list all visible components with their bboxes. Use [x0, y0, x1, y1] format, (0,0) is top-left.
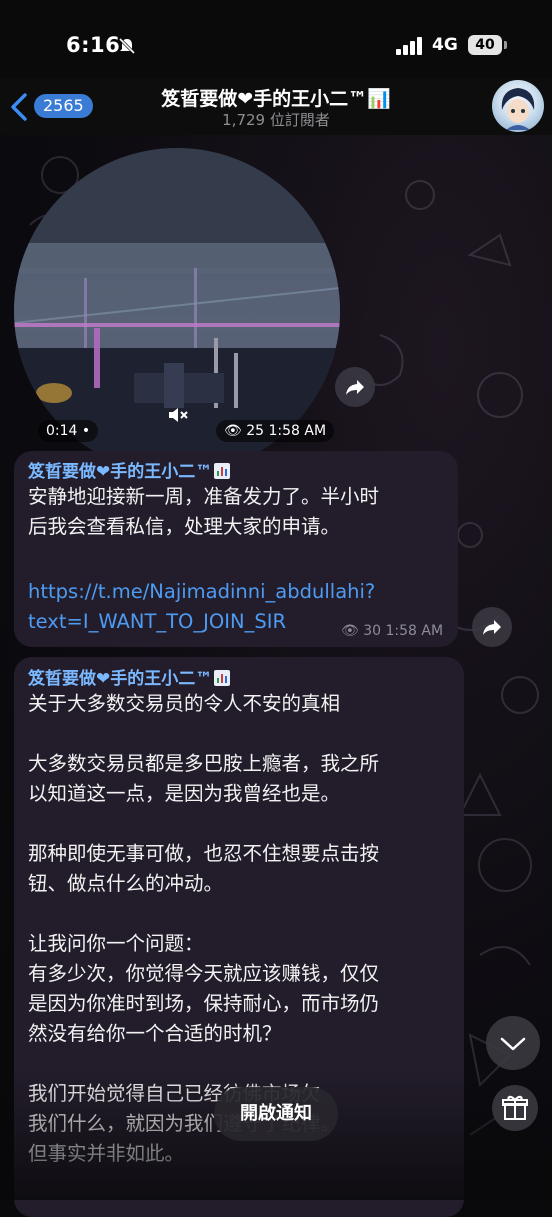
video-duration: 0:14 •	[38, 420, 99, 442]
back-chevron-icon[interactable]	[8, 92, 30, 126]
chart-icon	[214, 463, 231, 479]
message-author: 笈晢要做❤手的王小二™	[28, 664, 231, 689]
message-author: 笈晢要做❤手的王小二™	[28, 457, 231, 482]
message-views-time: 👁 30 1:58 AM	[341, 623, 444, 639]
scroll-down-button[interactable]	[486, 1016, 540, 1070]
message-text: 安静地迎接新一周，准备发力了。半小时 后我会查看私信，处理大家的申请。	[28, 485, 380, 538]
message-link[interactable]: https://t.me/Najimadinni_abdullahi?	[28, 577, 375, 607]
chat-header: 笈晢要做❤手的王小二™📊 1,729 位訂閱者 2565	[0, 78, 552, 135]
gift-icon[interactable]	[492, 1085, 538, 1131]
share-button[interactable]	[472, 607, 512, 647]
network-type: 4G	[432, 35, 458, 55]
status-bar: 6:16 4G 40	[0, 0, 552, 78]
enable-notifications-button[interactable]: 開啟通知	[214, 1087, 338, 1141]
unread-count-badge[interactable]: 2565	[34, 94, 93, 118]
status-time: 6:16	[66, 33, 121, 57]
share-button[interactable]	[335, 367, 375, 407]
message-link-cont[interactable]: text=I_WANT_TO_JOIN_SIR	[28, 607, 286, 637]
bell-muted-icon	[118, 37, 136, 59]
channel-avatar[interactable]	[492, 80, 544, 132]
muted-speaker-icon[interactable]	[166, 404, 190, 430]
video-views-time: 👁 25 1:58 AM	[216, 420, 335, 442]
signal-icon	[396, 37, 424, 59]
battery-indicator: 40	[468, 35, 502, 55]
battery-cap	[504, 41, 507, 49]
chart-icon	[214, 670, 231, 686]
